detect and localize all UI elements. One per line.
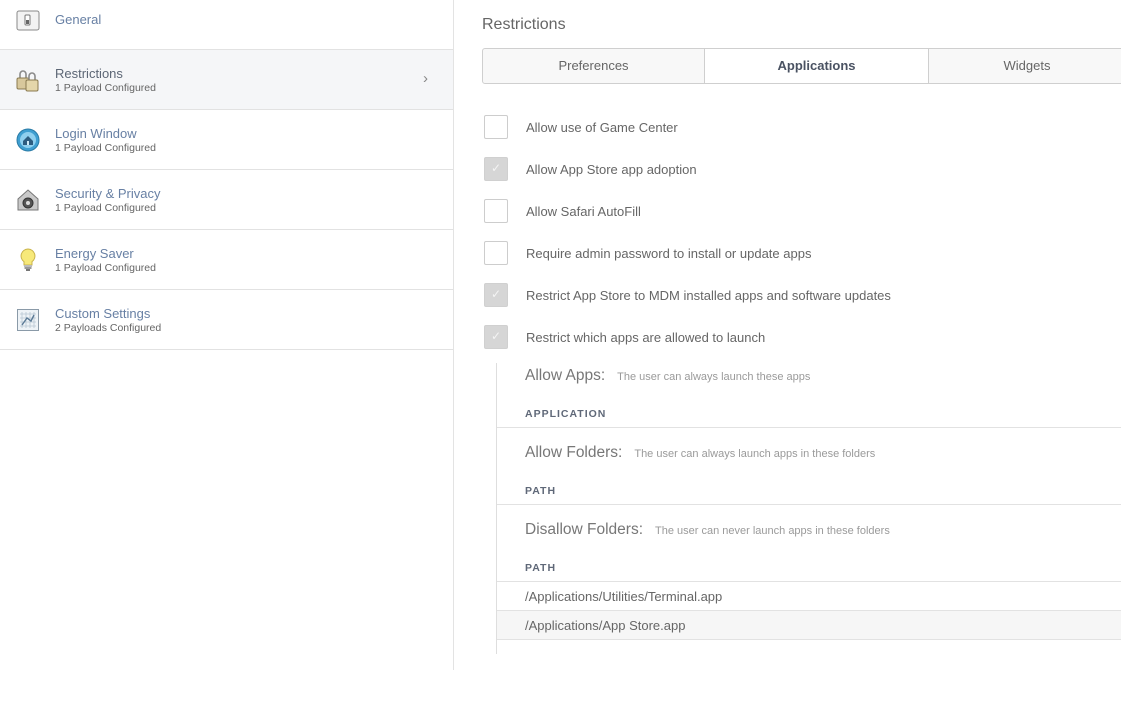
table-row[interactable]: /Applications/App Store.app [497, 611, 1121, 640]
switch-icon [16, 9, 40, 33]
sidebar-item-energy-saver[interactable]: Energy Saver 1 Payload Configured [0, 230, 453, 290]
allow-folders-heading: Allow Folders: The user can always launch… [525, 444, 875, 462]
option-label: Allow App Store app adoption [526, 162, 697, 177]
checkbox[interactable] [484, 157, 508, 181]
sidebar-item-label: Restrictions [55, 66, 123, 81]
sidebar-item-label: Login Window [55, 126, 137, 141]
sidebar-item-label: Custom Settings [55, 306, 151, 321]
sidebar-item-custom-settings[interactable]: Custom Settings 2 Payloads Configured [0, 290, 453, 350]
payload-sidebar: General Restrictions 1 Payload Configure… [0, 0, 454, 670]
tab-widgets[interactable]: Widgets [928, 49, 1121, 83]
checkbox[interactable] [484, 115, 508, 139]
restrictions-icon [16, 68, 40, 92]
option-label: Allow Safari AutoFill [526, 204, 641, 219]
checkbox[interactable] [484, 199, 508, 223]
section-description: The user can always launch apps in these… [634, 448, 876, 460]
tab-preferences[interactable]: Preferences [483, 49, 704, 83]
section-description: The user can never launch apps in these … [655, 525, 890, 537]
launch-restrictions-section: Allow Apps: The user can always launch th… [496, 363, 1121, 654]
sidebar-item-restrictions[interactable]: Restrictions 1 Payload Configured › [0, 50, 453, 110]
security-house-icon [16, 188, 40, 212]
lightbulb-icon [16, 248, 40, 272]
sidebar-item-subtitle: 1 Payload Configured [55, 142, 156, 154]
checkbox[interactable] [484, 283, 508, 307]
chevron-right-icon: › [423, 70, 428, 87]
sidebar-item-subtitle: 1 Payload Configured [55, 82, 156, 94]
checkbox[interactable] [484, 325, 508, 349]
option-label: Allow use of Game Center [526, 120, 678, 135]
section-title: Disallow Folders: [525, 521, 644, 538]
path-value: /Applications/App Store.app [525, 618, 686, 633]
sidebar-item-label: General [55, 12, 102, 27]
sidebar-item-label: Security & Privacy [55, 186, 161, 201]
section-title: Allow Apps: [525, 367, 606, 384]
divider [497, 427, 1121, 428]
option-label: Restrict which apps are allowed to launc… [526, 330, 766, 345]
tab-applications[interactable]: Applications [704, 49, 928, 83]
column-header-path: PATH [525, 485, 557, 497]
section-title: Allow Folders: [525, 444, 623, 461]
sidebar-item-general[interactable]: General [0, 0, 453, 50]
column-header-path: PATH [525, 562, 557, 574]
disallow-folders-heading: Disallow Folders: The user can never laun… [525, 521, 890, 539]
allow-apps-heading: Allow Apps: The user can always launch th… [525, 367, 810, 385]
sidebar-item-subtitle: 1 Payload Configured [55, 262, 156, 274]
tab-bar: Preferences Applications Widgets [482, 48, 1121, 84]
restrictions-panel: Restrictions Preferences Applications Wi… [454, 0, 1121, 706]
sidebar-item-subtitle: 2 Payloads Configured [55, 322, 162, 334]
sidebar-item-security-privacy[interactable]: Security & Privacy 1 Payload Configured [0, 170, 453, 230]
sidebar-item-label: Energy Saver [55, 246, 134, 261]
custom-settings-icon [16, 308, 40, 332]
divider [497, 504, 1121, 505]
column-header-application: APPLICATION [525, 408, 607, 420]
login-window-icon [16, 128, 40, 152]
sidebar-item-login-window[interactable]: Login Window 1 Payload Configured [0, 110, 453, 170]
section-description: The user can always launch these apps [617, 371, 811, 383]
option-label: Require admin password to install or upd… [526, 246, 812, 261]
checkbox[interactable] [484, 241, 508, 265]
path-value: /Applications/Utilities/Terminal.app [525, 589, 723, 604]
page-title: Restrictions [482, 16, 566, 33]
table-row[interactable]: /Applications/Utilities/Terminal.app [497, 582, 1121, 611]
sidebar-item-subtitle: 1 Payload Configured [55, 202, 156, 214]
option-label: Restrict App Store to MDM installed apps… [526, 288, 891, 303]
